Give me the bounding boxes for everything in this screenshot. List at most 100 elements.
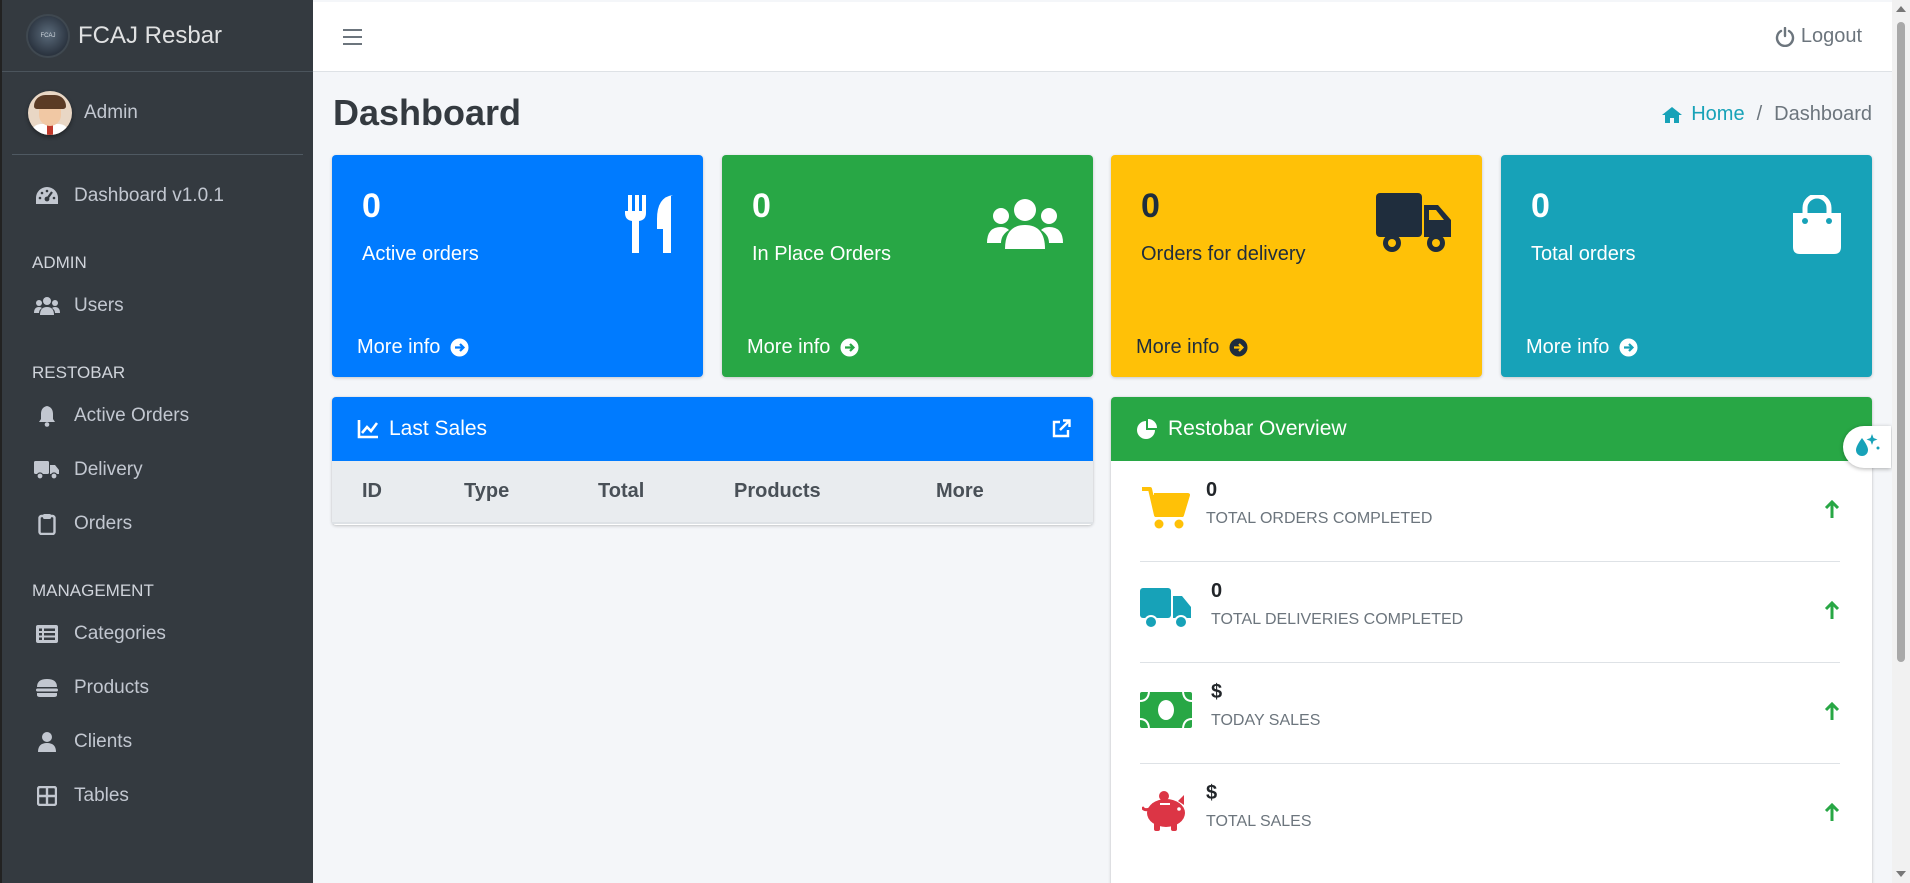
overview-label: TODAY SALES: [1211, 712, 1321, 729]
sidebar-item-label: Tables: [74, 785, 129, 806]
more-info-link[interactable]: More info: [1136, 336, 1248, 359]
stat-box-orders-for-delivery: 0 Orders for delivery More info: [1111, 155, 1482, 377]
card-title: Restobar Overview: [1168, 417, 1347, 440]
sidebar: FCAJ FCAJ Resbar Admin Dashboard v1.0.1 …: [0, 0, 313, 883]
user-panel[interactable]: Admin: [12, 72, 303, 155]
arrow-circle-right-icon: [840, 338, 859, 357]
stat-value: 0: [752, 187, 771, 225]
stat-label: Total orders: [1531, 243, 1636, 265]
scroll-up-arrow-icon[interactable]: [1896, 6, 1906, 12]
more-info-link[interactable]: More info: [357, 336, 469, 359]
brand-link[interactable]: FCAJ FCAJ Resbar: [2, 0, 313, 72]
sidebar-item-label: Dashboard v1.0.1: [74, 185, 224, 206]
overview-item-today-sales: $ TODAY SALES: [1140, 663, 1840, 764]
brand-logo: FCAJ: [28, 15, 68, 56]
overview-label: TOTAL SALES: [1206, 813, 1312, 830]
stat-box-total-orders: 0 Total orders More info: [1501, 155, 1872, 377]
main-content: Dashboard Home / Dashboard 0 Active orde…: [313, 72, 1892, 883]
column-header: Products: [734, 461, 936, 524]
truck-icon: [1376, 193, 1452, 260]
column-header: Type: [464, 461, 598, 524]
table-header-row: ID Type Total Products More: [332, 461, 1093, 524]
scroll-down-arrow-icon[interactable]: [1896, 871, 1906, 877]
sidebar-item-label: Clients: [74, 731, 133, 752]
breadcrumb-home[interactable]: Home: [1661, 103, 1745, 126]
external-link-icon[interactable]: [1051, 419, 1071, 439]
stat-box-active-orders: 0 Active orders More info: [332, 155, 703, 377]
breadcrumb-home-label: Home: [1691, 103, 1745, 125]
stat-label: Orders for delivery: [1141, 243, 1306, 265]
sidebar-item-label: Active Orders: [74, 405, 190, 426]
column-header: Total: [598, 461, 734, 524]
piggy-bank-icon: [1140, 786, 1192, 836]
breadcrumb-current: Dashboard: [1774, 103, 1872, 125]
brand-logo-text: FCAJ: [40, 32, 56, 39]
overview-item-orders-completed: 0 TOTAL ORDERS COMPLETED: [1140, 461, 1840, 562]
home-icon: [1661, 106, 1683, 124]
more-info-label: More info: [747, 336, 831, 358]
sidebar-item-orders[interactable]: Orders: [2, 497, 313, 551]
shopping-bag-icon: [1790, 193, 1844, 260]
clipboard-icon: [34, 513, 60, 535]
grid-icon: [34, 785, 60, 807]
sidebar-item-clients[interactable]: Clients: [2, 715, 313, 769]
arrow-up-icon: [1824, 499, 1840, 524]
breadcrumb: Home / Dashboard: [1661, 103, 1872, 126]
money-bill-icon: [1140, 685, 1192, 735]
sidebar-item-dashboard[interactable]: Dashboard v1.0.1: [2, 169, 313, 223]
logout-button[interactable]: Logout: [1775, 25, 1862, 48]
stat-value: 0: [1531, 187, 1550, 225]
sidebar-item-active-orders[interactable]: Active Orders: [2, 389, 313, 443]
cart-icon: [1140, 483, 1192, 533]
nav-header-restobar: RESTOBAR: [32, 363, 126, 382]
nav-header-management: MANAGEMENT: [32, 581, 154, 600]
more-info-label: More info: [1526, 336, 1610, 358]
truck-icon: [1140, 584, 1192, 634]
sidebar-item-users[interactable]: Users: [2, 279, 313, 333]
more-info-link[interactable]: More info: [1526, 336, 1638, 359]
menu-toggle-icon[interactable]: [343, 28, 363, 45]
tachometer-icon: [34, 185, 60, 207]
sidebar-item-label: Delivery: [74, 459, 143, 480]
breadcrumb-separator: /: [1756, 103, 1763, 125]
users-icon: [987, 197, 1063, 256]
restobar-overview-header: Restobar Overview: [1111, 397, 1872, 461]
tint-icon: [1852, 432, 1882, 463]
overview-label: TOTAL DELIVERIES COMPLETED: [1211, 611, 1464, 628]
arrow-up-icon: [1824, 600, 1840, 625]
theme-customizer-button[interactable]: [1843, 426, 1891, 468]
sidebar-item-delivery[interactable]: Delivery: [2, 443, 313, 497]
bell-icon: [34, 405, 60, 427]
card-title: Last Sales: [389, 417, 488, 440]
sidebar-item-categories[interactable]: Categories: [2, 607, 313, 661]
utensils-icon: [623, 193, 677, 260]
chart-pie-icon: [1136, 418, 1158, 440]
sidebar-item-label: Orders: [74, 513, 133, 534]
sales-table: ID Type Total Products More: [332, 461, 1093, 524]
last-sales-card: Last Sales ID Type Total Products More: [332, 397, 1093, 525]
sidebar-item-tables[interactable]: Tables: [2, 769, 313, 823]
overview-value: 0: [1211, 580, 1223, 602]
user-name[interactable]: Admin: [84, 102, 138, 124]
sidebar-item-products[interactable]: Products: [2, 661, 313, 715]
more-info-link[interactable]: More info: [747, 336, 859, 359]
hamburger-food-icon: [34, 677, 60, 699]
brand-name: FCAJ Resbar: [78, 21, 223, 49]
stat-label: Active orders: [362, 243, 479, 265]
page-title: Dashboard: [333, 92, 522, 133]
overview-value: $: [1211, 681, 1223, 703]
sidebar-item-label: Users: [74, 295, 124, 316]
top-navbar: Logout: [313, 2, 1892, 72]
user-icon: [34, 731, 60, 753]
list-icon: [34, 623, 60, 645]
arrow-up-icon: [1824, 802, 1840, 827]
page-scrollbar[interactable]: [1892, 0, 1910, 883]
overview-item-total-sales: $ TOTAL SALES: [1140, 764, 1840, 865]
logout-label: Logout: [1800, 25, 1862, 47]
column-header: More: [936, 461, 1093, 524]
sidebar-item-label: Products: [74, 677, 149, 698]
scrollbar-thumb[interactable]: [1897, 22, 1905, 662]
overview-value: $: [1206, 782, 1218, 804]
arrow-up-icon: [1824, 701, 1840, 726]
users-icon: [34, 295, 60, 317]
